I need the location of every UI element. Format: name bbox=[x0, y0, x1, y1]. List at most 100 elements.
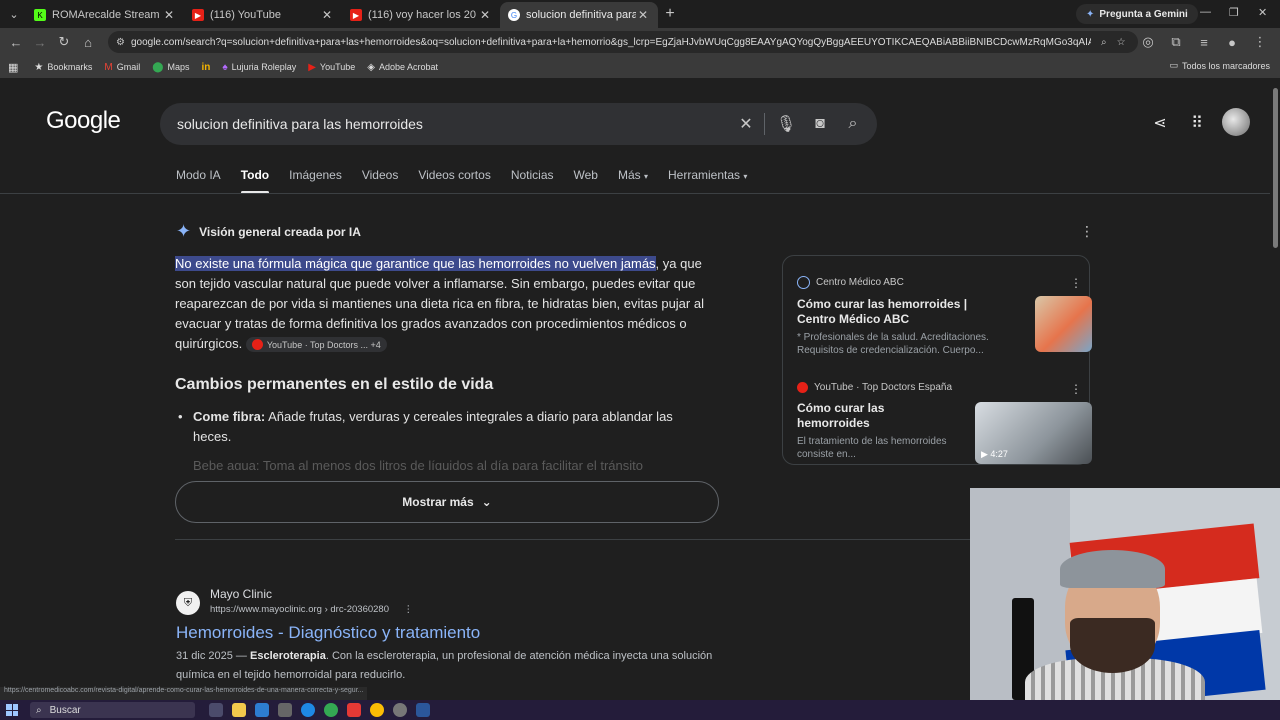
bookmark-in[interactable]: in bbox=[201, 62, 210, 73]
extensions-puzzle-icon[interactable]: ⧉ bbox=[1164, 30, 1188, 54]
lens-camera-icon[interactable]: ◙ bbox=[810, 114, 830, 134]
minimize-icon[interactable]: — bbox=[1200, 6, 1211, 18]
ai-overview-heading: Visión general creada por IA bbox=[199, 224, 361, 239]
more-options-icon[interactable]: ⋮ bbox=[1080, 223, 1094, 240]
clear-x-icon[interactable]: ✕ bbox=[736, 114, 756, 134]
ai-bullet-fibra: Come fibra: Añade frutas, verduras y cer… bbox=[178, 407, 713, 447]
task-view-icon[interactable] bbox=[209, 703, 223, 717]
more-options-icon[interactable]: ⋮ bbox=[404, 604, 414, 615]
source-title[interactable]: Cómo curar las hemorroides | Centro Médi… bbox=[797, 297, 1007, 327]
tab-todo[interactable]: Todo bbox=[240, 168, 270, 194]
tab-modo-ia[interactable]: Modo IA bbox=[176, 168, 221, 192]
bookmark-star-icon[interactable]: ☆ bbox=[1117, 37, 1126, 48]
extension-icon[interactable]: ◎ bbox=[1136, 30, 1160, 54]
browser-tab-kick[interactable]: K ROMArecalde Stream - Watch ✕ bbox=[26, 2, 184, 28]
close-icon[interactable]: ✕ bbox=[162, 8, 176, 22]
ai-overview-header: ✦ Visión general creada por IA bbox=[176, 221, 361, 242]
chrome-icon[interactable] bbox=[370, 703, 384, 717]
google-logo[interactable]: Google bbox=[46, 107, 121, 135]
search-box[interactable]: ✕ 🎙︎ ◙ ⌕ bbox=[160, 103, 877, 145]
tab-imagenes[interactable]: Imágenes bbox=[289, 168, 342, 192]
maximize-icon[interactable]: ❐ bbox=[1229, 6, 1239, 19]
obs-icon[interactable] bbox=[393, 703, 407, 717]
result-site-name[interactable]: Mayo Clinic bbox=[210, 587, 272, 601]
source-thumbnail[interactable] bbox=[1035, 296, 1092, 352]
apps-grid-icon[interactable]: ▦ bbox=[8, 61, 18, 74]
show-more-button[interactable]: Mostrar más ⌄ bbox=[175, 481, 719, 523]
tab-noticias[interactable]: Noticias bbox=[511, 168, 554, 192]
reload-icon[interactable]: ↻ bbox=[52, 30, 76, 54]
tab-web[interactable]: Web bbox=[574, 168, 598, 192]
windows-start-icon[interactable] bbox=[6, 704, 18, 716]
search-input[interactable] bbox=[177, 116, 717, 132]
edge-icon[interactable] bbox=[301, 703, 315, 717]
tab-search-icon[interactable]: ≡ bbox=[1192, 30, 1216, 54]
browser-tab-youtube-video[interactable]: ▶ (116) voy hacer los 20 años de ✕ bbox=[342, 2, 500, 28]
address-bar[interactable]: ⚙ google.com/search?q=solucion+definitiv… bbox=[108, 31, 1138, 53]
more-options-icon[interactable]: ⋮ bbox=[1070, 276, 1082, 290]
tab-mas-label: Más bbox=[617, 168, 641, 182]
forward-arrow-icon[interactable]: → bbox=[28, 30, 52, 54]
result-title-link[interactable]: Hemorroides - Diagnóstico y tratamiento bbox=[176, 623, 480, 643]
close-icon[interactable]: ✕ bbox=[636, 8, 650, 22]
word-icon[interactable] bbox=[416, 703, 430, 717]
home-icon[interactable]: ⌂ bbox=[76, 30, 100, 54]
profile-icon[interactable]: ● bbox=[1220, 30, 1244, 54]
source-title[interactable]: Cómo curar las hemorroides bbox=[797, 401, 947, 431]
bookmarks-bar: ▦ ★ Bookmarks M Gmail ⬤ Maps in ♠ Lujuria Ro… bbox=[0, 56, 1280, 78]
microphone-icon[interactable]: 🎙︎ bbox=[776, 114, 796, 134]
bookmark-adobe-acrobat[interactable]: ◈ Adobe Acrobat bbox=[367, 62, 438, 73]
source-chip[interactable]: YouTube · Top Doctors ... +4 bbox=[245, 337, 387, 353]
zoom-icon[interactable]: ⌕ bbox=[1101, 37, 1107, 48]
tab-videos[interactable]: Videos bbox=[362, 168, 398, 192]
kick-icon: K bbox=[34, 9, 46, 21]
search-icon: ⌕ bbox=[36, 704, 42, 716]
result-url-text: https://www.mayoclinic.org › drc-2036028… bbox=[210, 604, 389, 615]
more-options-icon[interactable]: ⋮ bbox=[1070, 382, 1082, 396]
tab-videos-cortos[interactable]: Videos cortos bbox=[418, 168, 491, 192]
browser-tab-youtube[interactable]: ▶ (116) YouTube ✕ bbox=[184, 2, 342, 28]
close-icon[interactable]: ✕ bbox=[320, 8, 334, 22]
taskbar-search[interactable]: ⌕ Buscar bbox=[30, 702, 195, 718]
tab-search-chevron-icon[interactable]: ⌄ bbox=[2, 3, 26, 25]
app-icon[interactable] bbox=[278, 703, 292, 717]
bookmark-label: Bookmarks bbox=[47, 62, 93, 72]
chrome-green-icon[interactable] bbox=[324, 703, 338, 717]
search-nav-tabs: Modo IA Todo Imágenes Videos Videos cort… bbox=[176, 168, 767, 194]
url-text[interactable]: google.com/search?q=solucion+definitiva+… bbox=[131, 37, 1091, 48]
bookmark-youtube[interactable]: ▶ YouTube bbox=[308, 62, 355, 73]
share-icon[interactable]: ⋖ bbox=[1149, 113, 1171, 133]
file-explorer-icon[interactable] bbox=[232, 703, 246, 717]
outlook-icon[interactable] bbox=[255, 703, 269, 717]
close-icon[interactable]: ✕ bbox=[478, 8, 492, 22]
all-bookmarks-folder[interactable]: ▭ Todos los marcadores bbox=[1169, 60, 1270, 71]
app-red-icon[interactable] bbox=[347, 703, 361, 717]
tab-mas[interactable]: Más ▾ bbox=[618, 168, 648, 192]
source-card-centro-medico[interactable]: Centro Médico ABC Cómo curar las hemorro… bbox=[797, 276, 1092, 357]
search-icon[interactable]: ⌕ bbox=[843, 114, 863, 134]
site-info-icon[interactable]: ⚙ bbox=[116, 37, 125, 48]
window-close-icon[interactable]: ✕ bbox=[1258, 6, 1267, 19]
mayo-clinic-logo-icon[interactable]: ⛨ bbox=[176, 591, 200, 615]
video-thumbnail[interactable]: ▶ 4:27 bbox=[975, 402, 1092, 464]
result-url[interactable]: https://www.mayoclinic.org › drc-2036028… bbox=[210, 604, 413, 615]
ask-gemini-button[interactable]: ✦ Pregunta a Gemini bbox=[1076, 4, 1198, 24]
browser-tab-google-search[interactable]: G solucion definitiva para las hem ✕ bbox=[500, 2, 658, 28]
source-site: YouTube · Top Doctors España bbox=[814, 382, 953, 393]
account-avatar[interactable] bbox=[1222, 108, 1250, 136]
source-chip-label: YouTube · Top Doctors ... +4 bbox=[266, 339, 381, 350]
google-icon: G bbox=[508, 9, 520, 21]
taskbar-search-label: Buscar bbox=[49, 704, 81, 716]
apps-grid-icon[interactable]: ⠿ bbox=[1186, 113, 1208, 133]
menu-kebab-icon[interactable]: ⋮ bbox=[1248, 30, 1272, 54]
new-tab-plus-icon[interactable]: + bbox=[658, 5, 682, 23]
tab-label: ROMArecalde Stream - Watch bbox=[52, 9, 162, 21]
back-arrow-icon[interactable]: ← bbox=[4, 30, 28, 54]
scrollbar-thumb[interactable] bbox=[1273, 88, 1278, 248]
bookmark-maps[interactable]: ⬤ Maps bbox=[152, 62, 189, 73]
bookmark-bookmarks[interactable]: ★ Bookmarks bbox=[34, 62, 92, 73]
source-card-youtube[interactable]: YouTube · Top Doctors España Cómo curar … bbox=[797, 382, 1092, 464]
tab-herramientas[interactable]: Herramientas ▾ bbox=[668, 168, 747, 192]
bookmark-lujuria-roleplay[interactable]: ♠ Lujuria Roleplay bbox=[222, 62, 296, 73]
bookmark-gmail[interactable]: M Gmail bbox=[104, 62, 140, 73]
